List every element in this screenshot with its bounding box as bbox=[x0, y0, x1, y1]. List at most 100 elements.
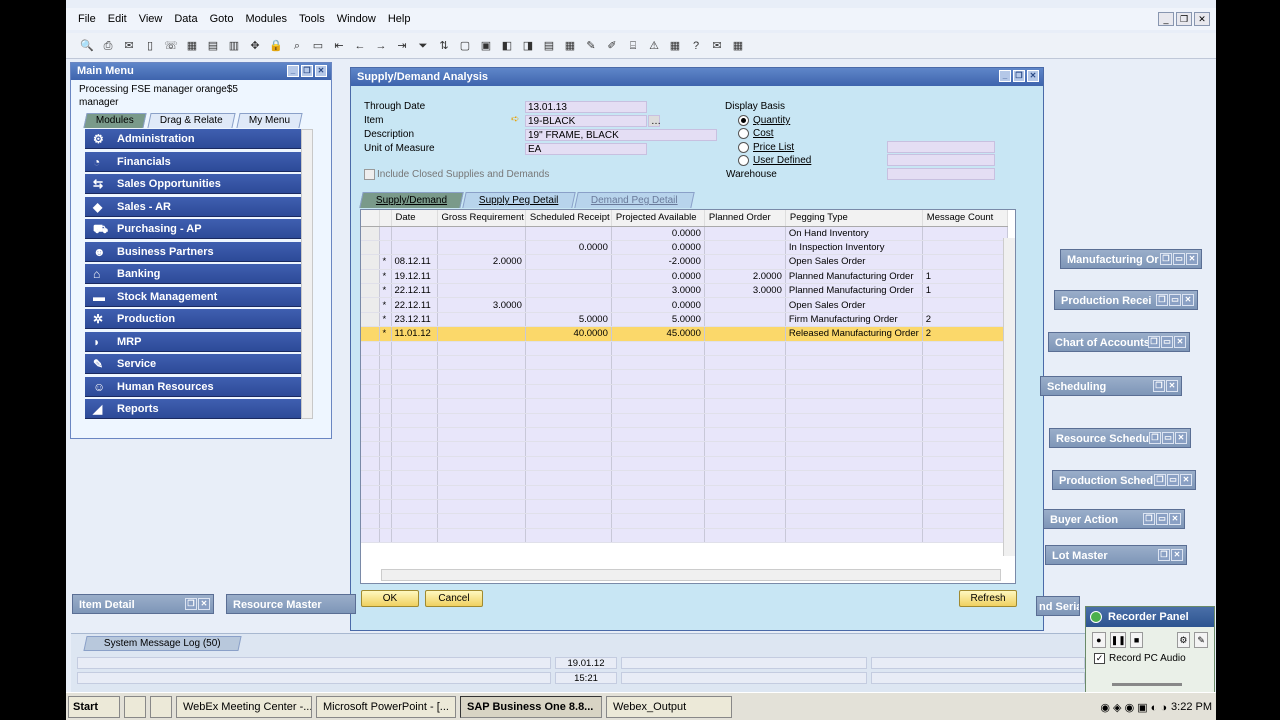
close-icon[interactable]: ✕ bbox=[1174, 336, 1186, 348]
tab-supply-demand[interactable]: Supply/Demand bbox=[359, 192, 464, 208]
filter-icon[interactable]: ⏷ bbox=[414, 37, 432, 55]
minimized-batch-serial[interactable]: nd Serial N bbox=[1036, 596, 1080, 616]
cell-planned-order[interactable] bbox=[704, 326, 786, 342]
quantity-radio[interactable] bbox=[738, 115, 749, 126]
cell-date[interactable]: 23.12.11 bbox=[391, 312, 438, 328]
restore-icon[interactable]: ❐ bbox=[301, 65, 313, 77]
base-doc-icon[interactable]: ▢ bbox=[456, 37, 474, 55]
tab-demand-peg-detail[interactable]: Demand Peg Detail bbox=[573, 192, 695, 208]
cell-planned-order[interactable] bbox=[704, 297, 786, 313]
minimized-production-scheduling[interactable]: Production Sched ❐ ▭ ✕ bbox=[1052, 470, 1196, 490]
restore-icon[interactable]: ❐ bbox=[1154, 474, 1166, 486]
tab-my-menu[interactable]: My Menu bbox=[236, 113, 303, 128]
help-icon[interactable]: ? bbox=[687, 37, 705, 55]
cell-message-count[interactable]: 2 bbox=[922, 312, 1008, 328]
choose-from-list-icon[interactable]: … bbox=[648, 115, 661, 127]
table-row[interactable]: * 08.12.11 2.0000 -2.0000 Open Sales Order bbox=[361, 254, 1008, 270]
cell-gross-requirement[interactable]: 3.0000 bbox=[437, 297, 526, 313]
menu-edit[interactable]: Edit bbox=[108, 13, 127, 25]
cell-date[interactable] bbox=[391, 226, 438, 241]
minimize-icon[interactable]: _ bbox=[1158, 12, 1174, 26]
minimized-lot-master[interactable]: Lot Master ❐ ✕ bbox=[1045, 545, 1187, 565]
cell-date[interactable]: 08.12.11 bbox=[391, 254, 438, 270]
first-record-icon[interactable]: ⇤ bbox=[330, 37, 348, 55]
cell-gross-requirement[interactable]: 2.0000 bbox=[437, 254, 526, 270]
cell-message-count[interactable]: 1 bbox=[922, 283, 1008, 299]
tab-drag-relate[interactable]: Drag & Relate bbox=[147, 113, 236, 128]
menu-data[interactable]: Data bbox=[174, 13, 197, 25]
col-planned-order[interactable]: Planned Order bbox=[704, 210, 786, 227]
task-sap-business-one[interactable]: SAP Business One 8.8... bbox=[460, 695, 602, 718]
preview-icon[interactable]: 🔍 bbox=[78, 37, 96, 55]
module-stock-management[interactable]: ▬ Stock Management bbox=[85, 286, 301, 307]
tray-icons[interactable]: ◉ ◈ ◉ ▣ ◐ ◑ bbox=[1100, 701, 1167, 714]
cell-projected-available[interactable]: -2.0000 bbox=[611, 254, 705, 270]
row-header[interactable] bbox=[361, 269, 380, 285]
cell-gross-requirement[interactable] bbox=[437, 326, 526, 342]
pause-icon[interactable]: ❚❚ bbox=[1109, 632, 1126, 648]
menu-view[interactable]: View bbox=[139, 13, 163, 25]
uom-field[interactable]: EA bbox=[525, 143, 647, 155]
price-list-radio[interactable] bbox=[738, 142, 749, 153]
target-doc-icon[interactable]: ▣ bbox=[477, 37, 495, 55]
cell-planned-order[interactable]: 2.0000 bbox=[704, 269, 786, 285]
cell-projected-available[interactable]: 0.0000 bbox=[611, 226, 705, 241]
module-service[interactable]: ✎ Service bbox=[85, 354, 301, 374]
tab-modules[interactable]: Modules bbox=[83, 113, 147, 128]
restore-icon[interactable]: ❐ bbox=[1148, 336, 1160, 348]
minimized-production-receipt[interactable]: Production Recei ❐ ▭ ✕ bbox=[1054, 290, 1198, 310]
user-defined-radio[interactable] bbox=[738, 155, 749, 166]
cancel-button[interactable]: Cancel bbox=[425, 590, 483, 607]
cell-planned-order[interactable] bbox=[704, 240, 786, 256]
sms-icon[interactable]: ▯ bbox=[141, 37, 159, 55]
cell-pegging-type[interactable]: In Inspection Inventory bbox=[785, 240, 923, 256]
maximize-icon[interactable]: ▭ bbox=[1173, 253, 1185, 265]
maximize-icon[interactable]: ▭ bbox=[1167, 474, 1179, 486]
close-icon[interactable]: ✕ bbox=[1169, 513, 1181, 525]
quicklaunch-icon-2[interactable] bbox=[150, 695, 172, 718]
word-icon[interactable]: ▤ bbox=[204, 37, 222, 55]
cell-projected-available[interactable]: 0.0000 bbox=[611, 240, 705, 256]
print-icon[interactable]: ⎙ bbox=[99, 37, 117, 55]
calendar-icon[interactable]: ▦ bbox=[666, 37, 684, 55]
close-icon[interactable]: ✕ bbox=[1180, 474, 1192, 486]
volume-slider[interactable] bbox=[1112, 683, 1182, 686]
row-header[interactable] bbox=[361, 226, 380, 241]
cell-date[interactable]: 22.12.11 bbox=[391, 283, 438, 299]
restore-icon[interactable]: ❐ bbox=[1160, 253, 1172, 265]
calculator-icon[interactable]: ▦ bbox=[729, 37, 747, 55]
sd-title-bar[interactable]: Supply/Demand Analysis _ ❐ ✕ bbox=[351, 68, 1043, 86]
messages-icon[interactable]: ✉ bbox=[708, 37, 726, 55]
minimized-manufacturing-order[interactable]: Manufacturing Or ❐ ▭ ✕ bbox=[1060, 249, 1202, 269]
cell-pegging-type[interactable]: Open Sales Order bbox=[785, 254, 923, 270]
grid-horizontal-scrollbar[interactable] bbox=[381, 569, 1001, 581]
find-icon[interactable]: ⌕ bbox=[288, 37, 306, 55]
sort-icon[interactable]: ⇅ bbox=[435, 37, 453, 55]
task-webex-meeting[interactable]: WebEx Meeting Center -... bbox=[176, 695, 312, 718]
pdf-icon[interactable]: ▥ bbox=[225, 37, 243, 55]
module-reports[interactable]: ◢ Reports bbox=[85, 399, 301, 419]
alert-icon[interactable]: ⚠ bbox=[645, 37, 663, 55]
maximize-icon[interactable]: ▭ bbox=[1161, 336, 1173, 348]
col-message-count[interactable]: Message Count bbox=[922, 210, 1008, 227]
module-production[interactable]: ✲ Production bbox=[85, 309, 301, 329]
close-icon[interactable]: ✕ bbox=[315, 65, 327, 77]
cell-message-count[interactable] bbox=[922, 226, 1008, 241]
email-icon[interactable]: ✉ bbox=[120, 37, 138, 55]
cell-message-count[interactable] bbox=[922, 240, 1008, 256]
through-date-field[interactable]: 13.01.13 bbox=[525, 101, 647, 113]
close-icon[interactable]: ✕ bbox=[1166, 380, 1178, 392]
module-sales-ar[interactable]: ◆ Sales - AR bbox=[85, 196, 301, 217]
close-icon[interactable]: ✕ bbox=[198, 598, 210, 610]
row-header[interactable] bbox=[361, 240, 380, 256]
restore-icon[interactable]: ❐ bbox=[1156, 294, 1168, 306]
task-powerpoint[interactable]: Microsoft PowerPoint - [... bbox=[316, 695, 456, 718]
cell-scheduled-receipt[interactable]: 5.0000 bbox=[525, 312, 612, 328]
record-icon[interactable]: ● bbox=[1092, 632, 1106, 648]
menu-tools[interactable]: Tools bbox=[299, 13, 325, 25]
module-sales-opportunities[interactable]: ⇆ Sales Opportunities bbox=[85, 174, 301, 194]
lock-icon[interactable]: 🔒 bbox=[267, 37, 285, 55]
cell-planned-order[interactable] bbox=[704, 226, 786, 241]
link-arrow-icon[interactable]: ➪ bbox=[511, 114, 519, 125]
fax-icon[interactable]: ☏ bbox=[162, 37, 180, 55]
